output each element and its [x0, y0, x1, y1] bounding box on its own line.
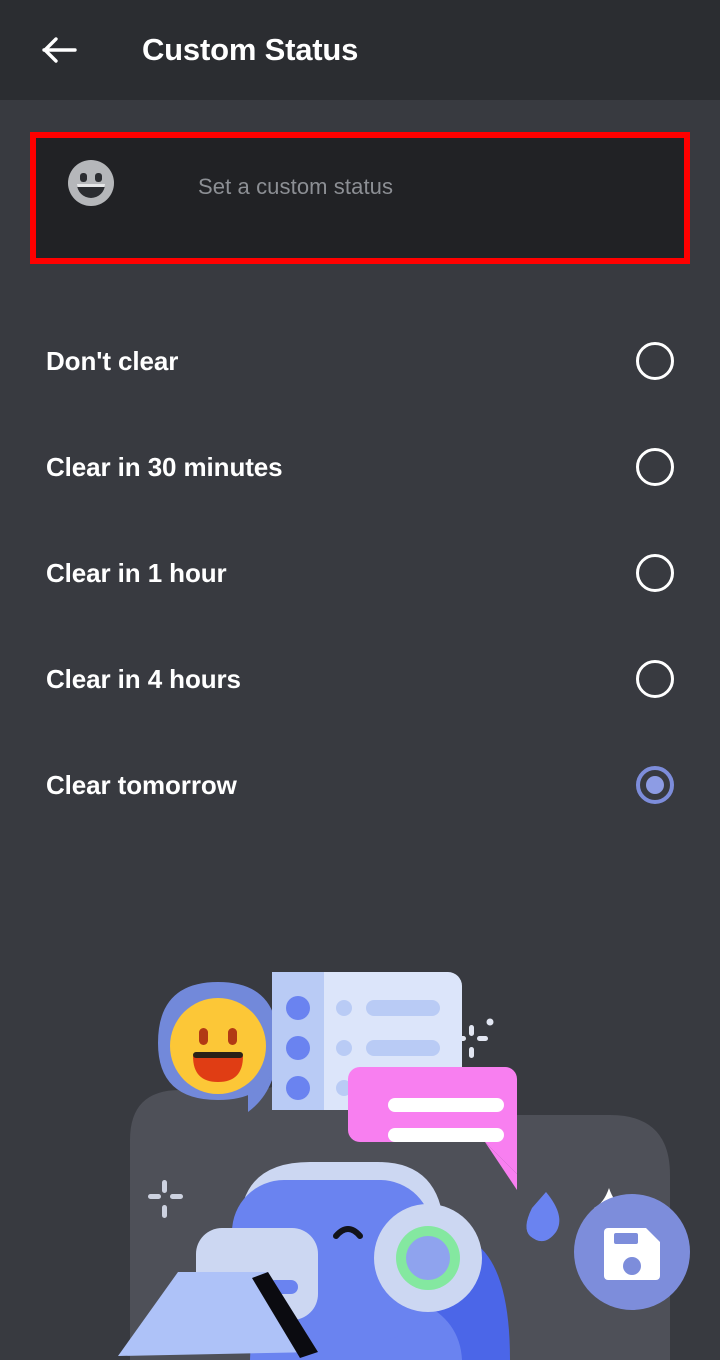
list-card-icon: [272, 972, 462, 1110]
option-row-dont-clear[interactable]: Don't clear: [0, 308, 720, 414]
custom-status-placeholder: Set a custom status: [198, 174, 394, 199]
sparkle-cluster-icon: [455, 1018, 494, 1058]
page-title: Custom Status: [142, 32, 359, 67]
clear-after-options: Don't clear Clear in 30 minutes Clear in…: [0, 308, 720, 838]
back-button[interactable]: [34, 24, 86, 76]
option-label: Clear tomorrow: [46, 769, 237, 800]
wumpus-custom-status-illustration: [0, 940, 720, 1360]
option-row-clear-4-hours[interactable]: Clear in 4 hours: [0, 626, 720, 732]
emoji-eye-right: [95, 173, 102, 182]
custom-status-input[interactable]: Set a custom status: [36, 138, 684, 258]
grinning-face-icon[interactable]: [68, 160, 114, 206]
option-label: Clear in 30 minutes: [46, 451, 283, 482]
option-label: Don't clear: [46, 345, 179, 376]
emoji-eye-left: [80, 173, 87, 182]
speech-bubble-icon: [348, 1067, 517, 1190]
app-header: Custom Status: [0, 0, 720, 100]
option-label: Clear in 4 hours: [46, 663, 241, 694]
emoji-pin-icon: [158, 982, 278, 1112]
laptop-icon: [118, 1272, 318, 1358]
arrow-left-icon: [42, 35, 78, 65]
custom-status-field-highlight: Set a custom status: [30, 132, 690, 264]
radio-clear-1-hour[interactable]: [636, 554, 674, 592]
option-row-clear-30-minutes[interactable]: Clear in 30 minutes: [0, 414, 720, 520]
sparkle-icon: [594, 1188, 624, 1228]
wumpus-with-headset-icon: [196, 1162, 482, 1340]
radio-clear-4-hours[interactable]: [636, 660, 674, 698]
save-fab-button: [574, 1194, 690, 1310]
option-label: Clear in 1 hour: [46, 557, 227, 588]
sparkle-small-icon: [148, 1180, 183, 1218]
option-row-clear-tomorrow[interactable]: Clear tomorrow: [0, 732, 720, 838]
radio-dont-clear[interactable]: [636, 342, 674, 380]
emoji-mouth: [77, 184, 105, 198]
radio-clear-tomorrow[interactable]: [636, 766, 674, 804]
wumpus-body: [250, 1231, 510, 1360]
radio-clear-30-minutes[interactable]: [636, 448, 674, 486]
option-row-clear-1-hour[interactable]: Clear in 1 hour: [0, 520, 720, 626]
illustration-blob: [130, 1060, 670, 1360]
page-content: Set a custom status Don't clear Clear in…: [0, 100, 720, 1360]
teardrop-icon: [526, 1192, 560, 1242]
